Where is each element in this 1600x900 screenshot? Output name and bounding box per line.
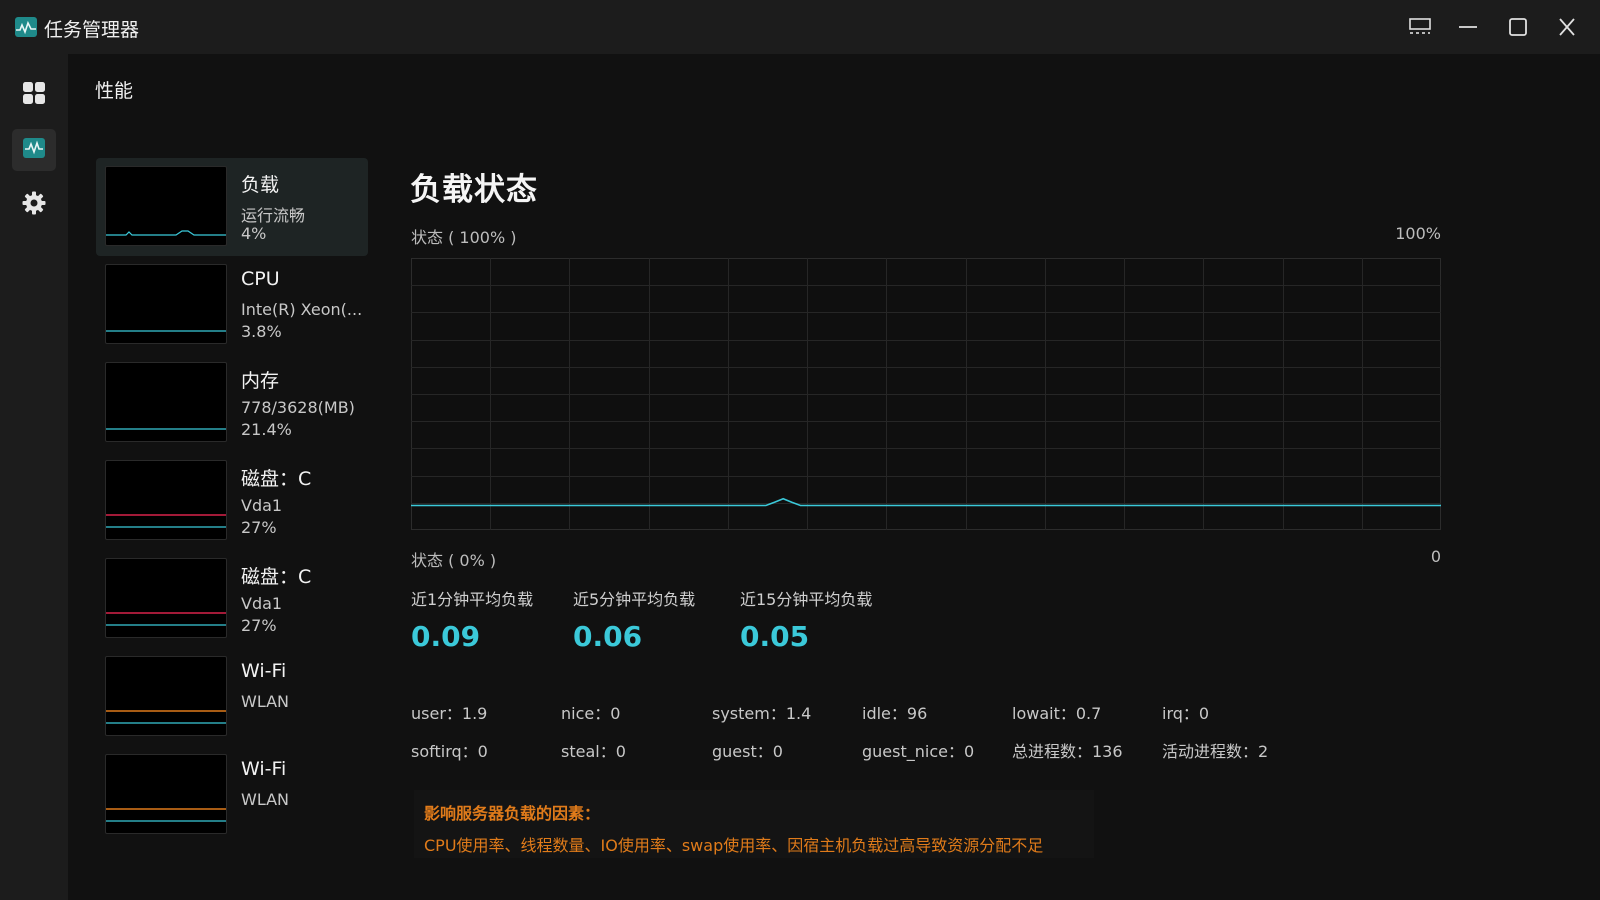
load-factors-notice: 影响服务器负载的因素： CPU使用率、线程数量、IO使用率、swap使用率、因宿… [414,790,1094,858]
perf-item-wifi[interactable]: Wi-Fi WLAN [96,746,368,844]
perf-item-value: 4% [241,224,267,243]
stat-active-processes: 活动进程数：2 [1162,742,1269,761]
performance-list: 负载 运行流畅 4% CPU Inte(R) Xeon(... 3.8% 内存 … [96,158,368,844]
perf-item-value: 27% [241,616,277,635]
notice-text: CPU使用率、线程数量、IO使用率、swap使用率、因宿主机负载过高导致资源分配… [424,836,1044,855]
stat-guest-nice: guest_nice：0 [862,742,975,761]
perf-item-disk[interactable]: 磁盘：C Vda1 27% [96,452,368,550]
stat-total-processes: 总进程数：136 [1012,742,1123,761]
chart-min-label: 状态 ( 0% ) [411,551,497,570]
cpu-thumbnail [105,264,227,344]
perf-item-name: 磁盘：C [241,468,312,490]
compact-view-icon [1408,17,1432,37]
title-bar: 任务管理器 [0,0,1600,54]
perf-item-sub: 778/3628(MB) [241,398,355,417]
load-avg-value: 0.05 [740,620,810,653]
stat-irq: irq：0 [1162,704,1210,723]
perf-item-sub: 运行流畅 [241,206,306,225]
perf-item-value: 27% [241,518,277,537]
memory-thumbnail [105,362,227,442]
perf-item-name: Wi-Fi [241,758,287,780]
gear-icon [22,191,46,219]
perf-item-disk[interactable]: 磁盘：C Vda1 27% [96,550,368,648]
perf-item-name: 内存 [241,370,280,392]
load-avg-1min: 近1分钟平均负载 0.09 [411,586,533,653]
maximize-icon [1507,17,1529,37]
compact-view-button[interactable] [1404,12,1436,42]
chart-max-label: 状态 ( 100% ) [411,228,517,247]
perf-item-cpu[interactable]: CPU Inte(R) Xeon(... 3.8% [96,256,368,354]
disk-thumbnail [105,460,227,540]
load-thumbnail [105,166,227,246]
stat-softirq: softirq：0 [411,742,488,761]
load-chart [411,258,1441,530]
rail-item-performance[interactable] [12,129,56,171]
load-avg-5min: 近5分钟平均负载 0.06 [573,586,695,653]
stat-system: system：1.4 [712,704,812,723]
stat-idle: idle：96 [862,704,928,723]
activity-icon [23,138,45,162]
rail-item-overview[interactable] [12,74,56,116]
perf-item-memory[interactable]: 内存 778/3628(MB) 21.4% [96,354,368,452]
stat-steal: steal：0 [561,742,626,761]
chart-min-value: 0 [1430,547,1441,566]
perf-item-name: 负载 [241,174,280,196]
close-icon [1556,17,1578,37]
load-avg-15min: 近15分钟平均负载 0.05 [740,586,872,653]
stat-lowait: lowait：0.7 [1012,704,1102,723]
perf-item-wifi[interactable]: Wi-Fi WLAN [96,648,368,746]
stat-guest: guest：0 [712,742,783,761]
grid-icon [22,81,46,109]
stat-nice: nice：0 [561,704,621,723]
load-avg-label: 近5分钟平均负载 [573,590,696,609]
perf-item-name: CPU [241,268,280,290]
rail-item-settings[interactable] [12,184,56,226]
load-avg-value: 0.09 [411,620,481,653]
perf-item-sub: Vda1 [241,594,283,613]
perf-item-value: 3.8% [241,322,282,341]
perf-item-sub: WLAN [241,692,290,711]
perf-item-value: 21.4% [241,420,292,439]
perf-item-sub: WLAN [241,790,290,809]
load-avg-value: 0.06 [573,620,643,653]
disk-thumbnail [105,558,227,638]
perf-item-load[interactable]: 负载 运行流畅 4% [96,158,368,256]
perf-item-name: 磁盘：C [241,566,312,588]
notice-title: 影响服务器负载的因素： [424,804,601,823]
navigation-rail [0,54,68,900]
minimize-icon [1457,17,1479,37]
load-avg-label: 近15分钟平均负载 [740,590,873,609]
perf-item-sub: Inte(R) Xeon(... [241,300,363,319]
section-title: 负载状态 [410,172,538,208]
close-button[interactable] [1551,12,1583,42]
perf-item-sub: Vda1 [241,496,283,515]
wifi-thumbnail [105,754,227,834]
activity-icon [15,17,37,37]
app-title: 任务管理器 [44,19,140,41]
wifi-thumbnail [105,656,227,736]
chart-max-value: 100% [1395,224,1441,243]
maximize-button[interactable] [1502,12,1534,42]
minimize-button[interactable] [1452,12,1484,42]
perf-item-name: Wi-Fi [241,660,287,682]
page-title: 性能 [95,80,134,102]
stat-user: user：1.9 [411,704,488,723]
load-avg-label: 近1分钟平均负载 [411,590,534,609]
